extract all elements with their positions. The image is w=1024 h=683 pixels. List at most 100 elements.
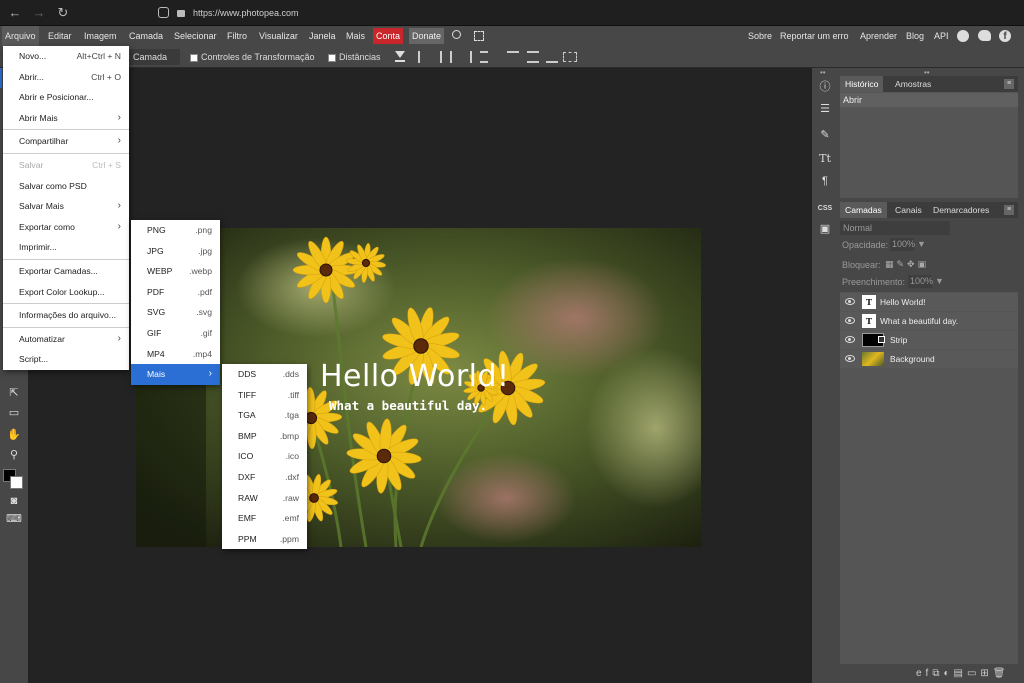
- history-item[interactable]: Abrir: [840, 93, 1018, 107]
- export-item-pdf[interactable]: PDF .pdf: [131, 282, 220, 303]
- collapse-dots-icon[interactable]: ••: [820, 68, 826, 77]
- tab-historico[interactable]: Histórico: [840, 76, 884, 92]
- quick-mask-icon[interactable]: ◙: [3, 492, 25, 510]
- export-item-png[interactable]: PNG .png: [131, 220, 220, 241]
- export-item-mp4[interactable]: MP4 .mp4: [131, 344, 220, 365]
- menu-camada[interactable]: Camada: [126, 26, 166, 46]
- download-icon[interactable]: [395, 51, 405, 62]
- export-item-gif[interactable]: GIF .gif: [131, 323, 220, 344]
- format-item-bmp[interactable]: BMP .bmp: [222, 426, 307, 447]
- lock-icons[interactable]: ▦✎✥▣: [885, 259, 929, 270]
- menu-reportar-erro[interactable]: Reportar um erro: [777, 26, 852, 46]
- format-item-tiff[interactable]: TIFF .tiff: [222, 385, 307, 406]
- tab-canais[interactable]: Canais: [890, 202, 927, 218]
- menu-item-exportar-camadas[interactable]: Exportar Camadas...: [3, 261, 129, 282]
- export-item-mais[interactable]: Mais ›: [131, 364, 220, 385]
- twitter-icon[interactable]: [978, 30, 991, 41]
- align-top-icon[interactable]: [507, 51, 519, 63]
- menu-item-abrir-mais[interactable]: Abrir Mais ›: [3, 108, 129, 129]
- visibility-eye-icon[interactable]: [845, 298, 855, 305]
- url-field[interactable]: https://www.photopea.com: [193, 3, 1024, 23]
- canvas-subtitle-text[interactable]: What a beautiful day.: [329, 398, 487, 413]
- checkbox-box[interactable]: [328, 53, 336, 62]
- menu-editar[interactable]: Editar: [45, 26, 75, 46]
- background-color-swatch[interactable]: [10, 476, 23, 489]
- menu-imagem[interactable]: Imagem: [81, 26, 120, 46]
- menu-item-novo[interactable]: Novo... Alt+Ctrl + N: [3, 46, 129, 67]
- menu-item-script[interactable]: Script...: [3, 349, 129, 370]
- layer-row[interactable]: Strip: [840, 331, 1018, 349]
- shield-icon[interactable]: [158, 7, 169, 18]
- path-select-icon[interactable]: ⇱: [3, 384, 25, 402]
- fill-chevron-icon[interactable]: ▼: [935, 276, 944, 286]
- tab-amostras[interactable]: Amostras: [890, 76, 936, 92]
- donate-button[interactable]: Donate: [409, 28, 445, 44]
- align-left-icon[interactable]: [418, 51, 430, 63]
- format-item-tga[interactable]: TGA .tga: [222, 405, 307, 426]
- reddit-icon[interactable]: [957, 30, 969, 42]
- transform-controls-checkbox[interactable]: Controles de Transformação: [190, 46, 315, 68]
- menu-mais[interactable]: Mais: [343, 26, 368, 46]
- reload-icon[interactable]: ↻: [54, 4, 72, 22]
- menu-item-abrir-e-posicionar[interactable]: Abrir e Posicionar...: [3, 87, 129, 108]
- tab-demarcadores[interactable]: Demarcadores: [928, 202, 994, 218]
- menu-item-compartilhar[interactable]: Compartilhar ›: [3, 131, 129, 152]
- visibility-eye-icon[interactable]: [845, 355, 855, 362]
- export-item-jpg[interactable]: JPG .jpg: [131, 241, 220, 262]
- blend-mode-select[interactable]: Normal: [840, 221, 950, 235]
- format-item-emf[interactable]: EMF .emf: [222, 508, 307, 529]
- menu-item-abrir[interactable]: Abrir... Ctrl + O: [3, 67, 129, 88]
- image-icon[interactable]: ▣: [814, 220, 836, 238]
- menu-item-imprimir[interactable]: Imprimir...: [3, 237, 129, 258]
- distribute-icon[interactable]: [480, 51, 488, 63]
- hand-icon[interactable]: ✋: [3, 426, 25, 444]
- align-center-icon[interactable]: [440, 51, 452, 63]
- search-icon[interactable]: [452, 30, 461, 39]
- opacity-chevron-icon[interactable]: ▼: [917, 239, 926, 249]
- lock-icon[interactable]: [177, 10, 185, 17]
- menu-filtro[interactable]: Filtro: [224, 26, 250, 46]
- export-item-webp[interactable]: WEBP .webp: [131, 261, 220, 282]
- document-canvas[interactable]: Hello World! What a beautiful day.: [136, 228, 701, 547]
- panel-menu-icon[interactable]: ≡: [1004, 79, 1014, 89]
- align-middle-icon[interactable]: [527, 51, 539, 63]
- format-item-dds[interactable]: DDS .dds: [222, 364, 307, 385]
- character-icon[interactable]: Tt: [814, 150, 836, 168]
- visibility-eye-icon[interactable]: [845, 336, 855, 343]
- css-icon[interactable]: CSS: [814, 200, 836, 218]
- rectangle-tool-icon[interactable]: ▭: [3, 404, 25, 422]
- menu-item-salvar-como-psd[interactable]: Salvar como PSD: [3, 176, 129, 197]
- conta-button[interactable]: Conta: [373, 28, 404, 44]
- properties-icon[interactable]: ☰: [814, 100, 836, 118]
- opacity-field[interactable]: 100%: [890, 238, 915, 251]
- layer-row[interactable]: T Hello World!: [840, 293, 1018, 311]
- menu-item-export-color-lookup[interactable]: Export Color Lookup...: [3, 282, 129, 303]
- layer-row[interactable]: Background: [840, 350, 1018, 368]
- menu-sobre[interactable]: Sobre: [745, 26, 775, 46]
- info-icon[interactable]: ⓘ: [814, 78, 836, 96]
- facebook-icon[interactable]: f: [999, 30, 1011, 42]
- auto-select-dropdown[interactable]: Camada: [130, 49, 180, 65]
- canvas-title-text[interactable]: Hello World!: [320, 359, 510, 394]
- tab-camadas[interactable]: Camadas: [840, 202, 887, 218]
- distances-checkbox[interactable]: Distâncias: [328, 46, 381, 68]
- menu-item-exportar-como[interactable]: Exportar como ›: [3, 217, 129, 238]
- format-item-dxf[interactable]: DXF .dxf: [222, 467, 307, 488]
- menu-item-salvar-mais[interactable]: Salvar Mais ›: [3, 196, 129, 217]
- menu-selecionar[interactable]: Selecionar: [171, 26, 220, 46]
- forward-arrow-icon[interactable]: →: [30, 4, 48, 22]
- layer-row[interactable]: T What a beautiful day.: [840, 312, 1018, 330]
- paragraph-icon[interactable]: ¶: [814, 172, 836, 190]
- format-item-ppm[interactable]: PPM .ppm: [222, 529, 307, 550]
- align-bottom-icon[interactable]: [546, 51, 558, 63]
- menu-janela[interactable]: Janela: [306, 26, 339, 46]
- visibility-eye-icon[interactable]: [845, 317, 855, 324]
- menu-arquivo[interactable]: Arquivo: [2, 26, 39, 46]
- menu-item-automatizar[interactable]: Automatizar ›: [3, 329, 129, 350]
- menu-blog[interactable]: Blog: [903, 26, 927, 46]
- panel-menu-icon[interactable]: ≡: [1004, 205, 1014, 215]
- export-item-svg[interactable]: SVG .svg: [131, 302, 220, 323]
- checkbox-box[interactable]: [190, 53, 198, 62]
- format-item-raw[interactable]: RAW .raw: [222, 488, 307, 509]
- fill-field[interactable]: 100%: [908, 275, 933, 288]
